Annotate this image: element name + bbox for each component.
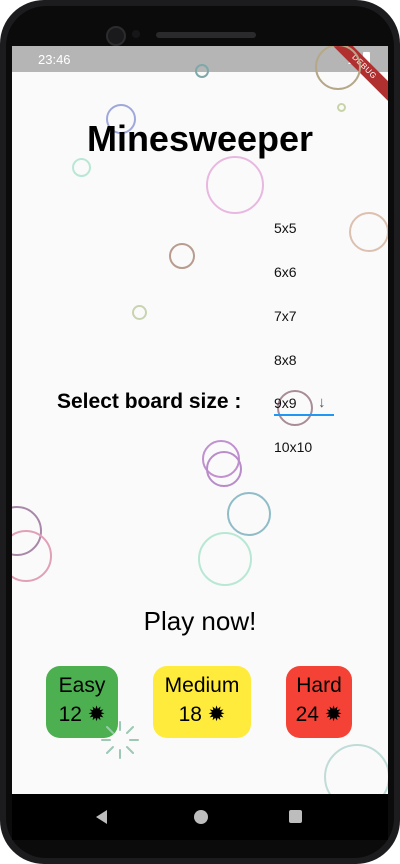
mine-count: 18 ✹ — [178, 703, 226, 726]
decor-bubble — [169, 243, 195, 269]
board-size-label: Select board size : — [57, 390, 242, 413]
earpiece-speaker — [156, 32, 256, 38]
decor-bubble — [72, 158, 91, 177]
phone-frame: 23:46 DEBUG Minesweeper Select board siz… — [0, 0, 400, 864]
difficulty-name: Hard — [296, 674, 342, 697]
recents-square-icon[interactable] — [289, 810, 302, 823]
decor-bubble — [227, 492, 271, 536]
mine-burst-icon: ✹ — [207, 703, 226, 726]
back-triangle-icon[interactable] — [96, 810, 107, 824]
status-time: 23:46 — [38, 52, 71, 67]
decor-bubble — [349, 212, 388, 252]
board-size-option-10x10[interactable]: 10x10 — [274, 439, 312, 455]
decor-bubble — [206, 156, 264, 214]
board-size-option-8x8[interactable]: 8x8 — [274, 352, 297, 368]
dropdown-underline — [274, 414, 334, 416]
front-camera — [106, 26, 126, 46]
app-title: Minesweeper — [86, 118, 314, 159]
decor-bubble — [195, 64, 209, 78]
mine-burst-icon: ✹ — [324, 703, 343, 726]
decor-bubble — [315, 46, 361, 90]
board-size-option-6x6[interactable]: 6x6 — [274, 264, 297, 280]
difficulty-name: Easy — [58, 674, 106, 697]
decor-bubble — [12, 530, 52, 582]
proximity-sensor — [132, 30, 140, 38]
difficulty-name: Medium — [164, 674, 240, 697]
decor-bubble — [206, 451, 242, 487]
decor-bubble — [198, 532, 252, 586]
home-circle-icon[interactable] — [194, 810, 208, 824]
decor-bubble — [337, 103, 346, 112]
app-screen: 23:46 DEBUG Minesweeper Select board siz… — [12, 46, 388, 794]
decor-bubble — [324, 744, 388, 794]
android-nav-bar — [12, 794, 388, 840]
board-size-option-7x7[interactable]: 7x7 — [274, 308, 297, 324]
board-size-selected-value[interactable]: 9x9 — [274, 395, 297, 411]
hard-button[interactable]: Hard 24 ✹ — [286, 666, 352, 738]
sparkle-icon — [101, 721, 139, 759]
decor-bubble — [132, 305, 147, 320]
medium-button[interactable]: Medium 18 ✹ — [153, 666, 251, 738]
play-now-heading: Play now! — [143, 606, 257, 636]
mine-count: 24 ✹ — [295, 703, 343, 726]
dropdown-arrow-icon[interactable]: ↓ — [318, 394, 326, 411]
board-size-option-5x5[interactable]: 5x5 — [274, 220, 297, 236]
